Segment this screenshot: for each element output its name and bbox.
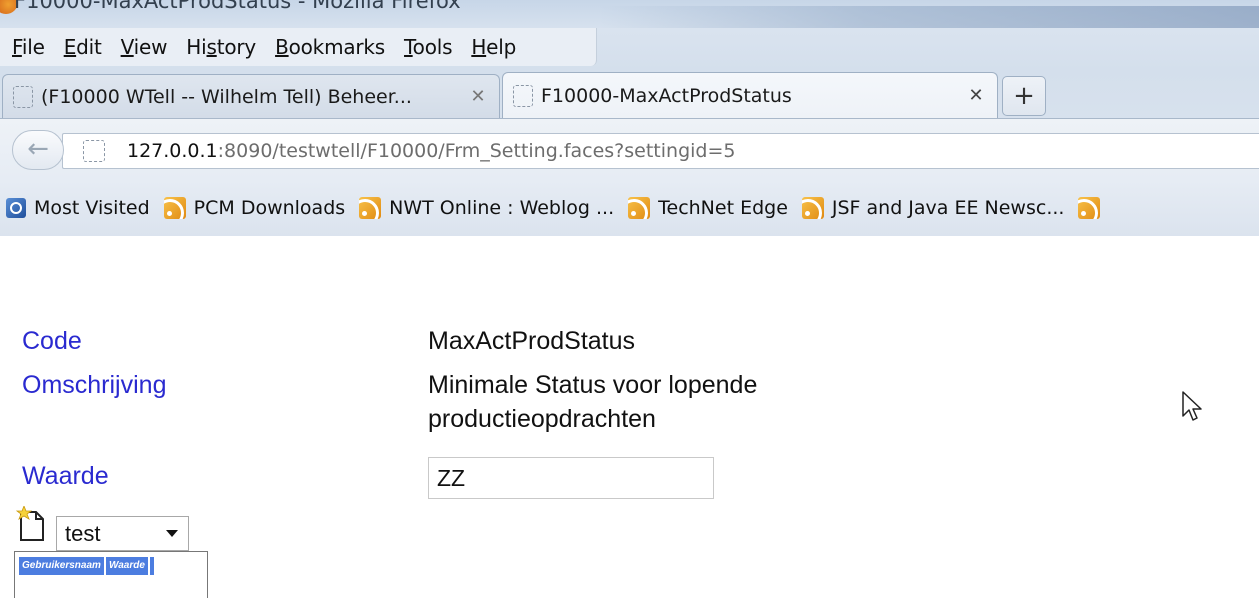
rss-feed-icon	[801, 197, 824, 219]
url-text: 127.0.0.1:8090/testwtell/F10000/Frm_Sett…	[127, 140, 736, 162]
rss-feed-icon	[359, 197, 382, 219]
grid-column-waarde[interactable]: Waarde	[105, 557, 148, 575]
tab-title: F10000-MaxActProdStatus	[541, 84, 792, 107]
plus-icon: +	[1013, 81, 1035, 111]
value-label: Waarde	[22, 462, 109, 490]
window-title: F10000-MaxActProdStatus - Mozilla Firefo…	[14, 0, 461, 13]
description-label: Omschrijving	[22, 371, 167, 399]
tab-beheer[interactable]: (F10000 WTell -- Wilhelm Tell) Beheer...…	[2, 74, 500, 118]
close-icon[interactable]: ✕	[965, 85, 987, 106]
browser-chrome: F10000-MaxActProdStatus - Mozilla Firefo…	[0, 0, 1259, 236]
code-label: Code	[22, 327, 82, 355]
new-tab-button[interactable]: +	[1002, 76, 1046, 116]
description-value: Minimale Status voor lopende productieop…	[428, 368, 757, 436]
menu-view[interactable]: View	[121, 35, 168, 59]
bookmark-nwt-online[interactable]: NWT Online : Weblog ...	[359, 197, 614, 219]
rss-feed-icon	[1078, 197, 1101, 219]
code-value: MaxActProdStatus	[428, 327, 636, 355]
most-visited-icon	[6, 198, 26, 218]
menu-bookmarks[interactable]: Bookmarks	[275, 35, 385, 59]
user-select-value: test	[65, 520, 101, 546]
blank-page-icon	[13, 85, 33, 108]
tab-title: (F10000 WTell -- Wilhelm Tell) Beheer...	[41, 85, 412, 108]
back-button[interactable]: ←	[12, 130, 64, 170]
menu-file[interactable]: File	[12, 35, 45, 59]
menu-bar: File Edit View History Bookmarks Tools H…	[0, 28, 597, 66]
rss-feed-icon	[163, 197, 186, 219]
bookmark-pcm-downloads[interactable]: PCM Downloads	[163, 197, 345, 219]
menu-history[interactable]: History	[186, 35, 256, 59]
settings-grid: Gebruikersnaam Waarde	[14, 551, 208, 598]
chevron-down-icon	[166, 530, 178, 537]
menu-tools[interactable]: Tools	[404, 35, 452, 59]
bookmarks-toolbar: Most Visited PCM Downloads NWT Online : …	[0, 180, 1259, 236]
navigation-toolbar: 127.0.0.1:8090/testwtell/F10000/Frm_Sett…	[0, 118, 1259, 180]
value-input[interactable]	[428, 457, 714, 499]
close-icon[interactable]: ✕	[467, 86, 489, 107]
titlebar-glass	[600, 6, 1259, 28]
bookmark-technet-edge[interactable]: TechNet Edge	[628, 197, 788, 219]
blank-page-icon	[513, 84, 533, 107]
tab-strip: (F10000 WTell -- Wilhelm Tell) Beheer...…	[0, 70, 1259, 118]
blank-page-icon	[83, 140, 105, 162]
rss-feed-icon	[628, 197, 651, 219]
menu-help[interactable]: Help	[471, 35, 516, 59]
mouse-pointer-icon	[1182, 391, 1202, 421]
new-document-icon[interactable]	[16, 506, 48, 542]
arrow-left-icon: ←	[27, 134, 49, 164]
description-line-1: Minimale Status voor lopende	[428, 371, 758, 399]
menu-edit[interactable]: Edit	[64, 35, 102, 59]
bookmark-jsf-java-ee[interactable]: JSF and Java EE Newsc...	[801, 197, 1064, 219]
grid-column-gebruikersnaam[interactable]: Gebruikersnaam	[19, 557, 104, 575]
grid-column-spacer	[149, 557, 154, 575]
window-titlebar: F10000-MaxActProdStatus - Mozilla Firefo…	[0, 0, 1259, 28]
tab-maxactprodstatus[interactable]: F10000-MaxActProdStatus ✕	[502, 72, 998, 118]
bookmark-overflow[interactable]	[1078, 197, 1108, 219]
bookmark-most-visited[interactable]: Most Visited	[6, 197, 150, 219]
user-select[interactable]: test	[56, 516, 189, 551]
page-content: Code MaxActProdStatus Omschrijving Minim…	[0, 236, 1259, 598]
grid-header: Gebruikersnaam Waarde	[19, 557, 156, 575]
description-line-2: productieopdrachten	[428, 405, 656, 433]
url-bar[interactable]: 127.0.0.1:8090/testwtell/F10000/Frm_Sett…	[62, 133, 1259, 169]
